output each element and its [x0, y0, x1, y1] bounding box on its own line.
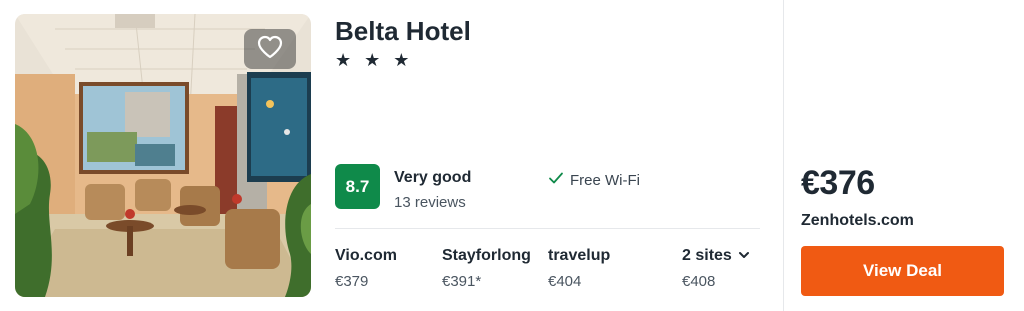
review-count[interactable]: 13 reviews — [394, 194, 466, 211]
amenity-wifi: Free Wi-Fi — [548, 171, 640, 189]
best-price-provider: Zenhotels.com — [801, 212, 914, 229]
best-price: €376 — [801, 164, 875, 202]
site-price: €404 — [548, 273, 582, 290]
amenity-label: Free Wi-Fi — [570, 171, 640, 189]
site-name: travelup — [548, 247, 611, 264]
more-sites-dropdown[interactable]: 2 sites €408 — [682, 247, 750, 290]
site-price: €408 — [682, 273, 716, 290]
heart-icon — [257, 35, 283, 64]
site-name: Vio.com — [335, 247, 397, 264]
site-offer-vio[interactable]: Vio.com €379 — [335, 247, 397, 290]
view-deal-button[interactable]: View Deal — [801, 246, 1004, 296]
chevron-down-icon — [738, 247, 750, 265]
more-sites-toggle[interactable]: 2 sites — [682, 247, 750, 265]
site-offer-stayforlong[interactable]: Stayforlong €391* — [442, 247, 531, 290]
hotel-result-card[interactable]: Belta Hotel ★ ★ ★ 8.7 Very good 13 revie… — [0, 0, 1024, 311]
check-icon — [548, 171, 564, 189]
favorite-button[interactable] — [244, 29, 296, 69]
site-price: €379 — [335, 273, 369, 290]
divider — [335, 228, 760, 229]
column-divider — [783, 0, 784, 311]
hotel-name[interactable]: Belta Hotel — [335, 16, 471, 47]
star-rating: ★ ★ ★ — [335, 50, 414, 70]
score-badge: 8.7 — [335, 164, 380, 209]
site-price: €391* — [442, 273, 482, 290]
rating-label: Very good — [394, 169, 472, 186]
more-sites-label: 2 sites — [682, 247, 732, 264]
site-name: Stayforlong — [442, 247, 531, 264]
site-offer-travelup[interactable]: travelup €404 — [548, 247, 610, 290]
